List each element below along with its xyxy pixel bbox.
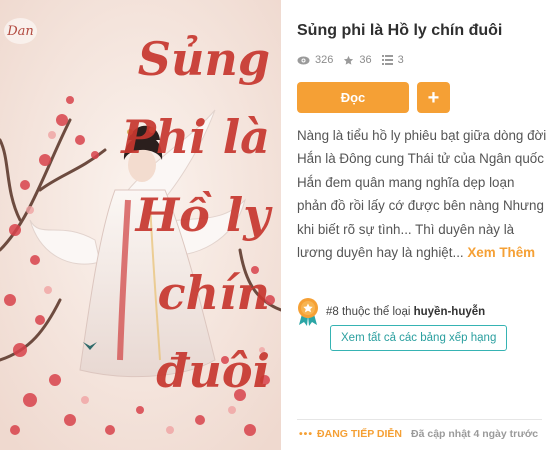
- chapters-stat: 3: [381, 54, 404, 66]
- chapters-count: 3: [397, 54, 404, 66]
- status-dots-icon: •••: [299, 428, 314, 440]
- status-label: ĐANG TIẾP DIỄN: [317, 428, 403, 440]
- star-icon: [344, 55, 354, 65]
- rank-text: #8 thuộc thể loại huyền-huyễn: [326, 306, 485, 318]
- view-all-rankings-button[interactable]: Xem tất cả các bảng xếp hạng: [330, 325, 508, 351]
- rating-count: 36: [359, 54, 372, 66]
- eye-icon: [297, 56, 310, 64]
- read-button[interactable]: Đọc: [297, 82, 409, 113]
- description-text: Nàng là tiểu hồ ly phiêu bạt giữa dòng đ…: [297, 128, 547, 261]
- read-more-link[interactable]: Xem Thêm: [467, 245, 535, 260]
- views-stat: 326: [297, 54, 333, 66]
- cover-title-art: Sủng Phi là Hồ ly chín đuôi: [121, 32, 270, 398]
- list-icon: [381, 55, 393, 65]
- rank-genre-link[interactable]: huyền-huyễn: [414, 306, 486, 318]
- views-count: 326: [315, 54, 334, 66]
- book-description: Nàng là tiểu hồ ly phiêu bạt giữa dòng đ…: [297, 124, 547, 264]
- book-title[interactable]: Sủng phi là Hồ ly chín đuôi: [297, 22, 552, 40]
- add-to-library-button[interactable]: +: [417, 82, 450, 113]
- rating-stat: 36: [343, 54, 372, 66]
- plus-icon: +: [427, 86, 440, 109]
- ribbon-badge-icon: [298, 298, 318, 326]
- book-info-panel: Sủng phi là Hồ ly chín đuôi 326 36 3 Đọc…: [297, 0, 552, 450]
- divider: [297, 419, 542, 420]
- rank-position: #8 thuộc thể loại: [326, 306, 411, 318]
- book-cover[interactable]: Dan Sủng Phi là Hồ ly chín đuôi: [0, 0, 281, 450]
- book-stats: 326 36 3: [297, 53, 414, 67]
- story-status: ••• ĐANG TIẾP DIỄN Đã cập nhật 4 ngày tr…: [299, 428, 538, 440]
- last-updated: Đã cập nhật 4 ngày trước: [411, 428, 539, 440]
- cover-watermark: Dan: [4, 18, 37, 44]
